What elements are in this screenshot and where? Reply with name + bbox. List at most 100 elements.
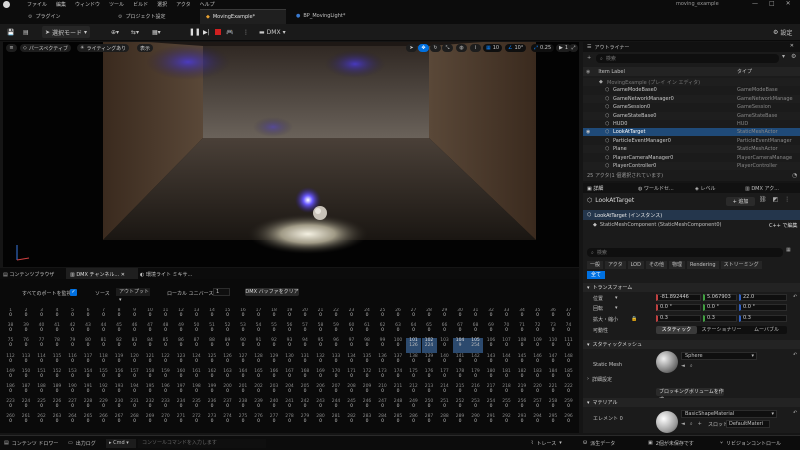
cinematics-button[interactable]: ▦▾ [149, 26, 164, 38]
filter-icon[interactable]: ▾ [782, 53, 785, 60]
outliner-row[interactable]: ⬡ GameStateBase0 GameStateBase [583, 111, 800, 120]
outliner-row[interactable]: ⬡ ParticleEventManager0 ParticleEventManag… [583, 136, 800, 145]
menu-help[interactable]: ヘルプ [200, 1, 215, 8]
scale-z-field[interactable]: 0.3 [739, 315, 787, 322]
mobility-static[interactable]: スタティック [656, 326, 697, 334]
filter-misc[interactable]: その他 [645, 261, 667, 269]
column-item-label[interactable]: Item Label [598, 69, 624, 75]
tab-details[interactable]: ▣ 詳細 [587, 185, 603, 192]
reset-icon[interactable]: ↶ [793, 294, 797, 300]
eye-icon[interactable]: ◉ [586, 129, 590, 135]
rotation-dropdown-icon[interactable]: ▾ [615, 305, 618, 311]
surface-snap-button[interactable]: ⌇ [470, 44, 481, 52]
transform-section-header[interactable]: ▾ トランスフォーム [583, 283, 800, 292]
outliner-row[interactable]: ⬡ HUD0 HUD [583, 120, 800, 128]
static-mesh-section-header[interactable]: ▾ スタティックメッシュ [583, 340, 800, 349]
filter-rendering[interactable]: Rendering [687, 261, 719, 269]
slot-value[interactable]: DefaultMateri [726, 420, 770, 428]
rotation-z-field[interactable]: 0.0 ° [739, 304, 787, 311]
world-local-button[interactable]: ◍ [456, 44, 467, 52]
scale-tool-button[interactable]: ⤡ [442, 44, 453, 52]
filter-streaming[interactable]: ストリーミング [720, 261, 762, 269]
menu-actor[interactable]: アクタ [176, 1, 191, 8]
translate-tool-button[interactable]: ✥ [418, 44, 429, 52]
filter-general[interactable]: 一般 [587, 261, 604, 269]
platforms-dropdown[interactable]: ▬ DMX ▾ [256, 26, 289, 38]
source-dropdown[interactable]: アウトプット ▾ [116, 288, 150, 303]
close-icon[interactable]: ✕ [790, 43, 794, 49]
tab-world-settings[interactable]: ◍ ワールドセ... [638, 185, 674, 192]
outliner-row[interactable]: ⬡ GameModeBase0 GameModeBase [583, 86, 800, 95]
outliner-row[interactable]: ⬡ Plane StaticMeshActor [583, 145, 800, 154]
menu-file[interactable]: ファイル [27, 1, 47, 8]
filter-actor[interactable]: アクタ [605, 261, 626, 269]
property-matrix-icon[interactable]: ▦ [786, 247, 791, 253]
component-instance-row[interactable]: ⬡ LookAtTarget (インスタンス) [583, 210, 800, 220]
tab-levels[interactable]: ◈ レベル [695, 185, 715, 192]
tab-dmx-channel-monitor[interactable]: ▥ DMX チャンネル... ✕ [66, 268, 138, 279]
outliner-row[interactable]: ◆ MovingExample (プレイ イン エディタ) [583, 78, 800, 86]
filter-physics[interactable]: 物理 [669, 261, 686, 269]
scale-snap-button[interactable]: ⤢ 0.25 [531, 44, 555, 52]
local-universe-input[interactable]: 1 [213, 288, 230, 296]
minimize-icon[interactable]: — [752, 0, 758, 7]
add-icon[interactable]: + [698, 421, 702, 427]
unsaved-button[interactable]: ▣ 2個が未保存です [648, 440, 694, 447]
save-button[interactable]: 💾 [4, 26, 17, 38]
location-y-field[interactable]: 5.067903 [703, 294, 737, 301]
outliner-row[interactable]: ◉ ⬡ LookAtTarget StaticMeshActor [583, 128, 800, 137]
column-type[interactable]: タイプ [737, 68, 752, 75]
menu-build[interactable]: ビルド [133, 1, 148, 8]
menu-window[interactable]: ウィンドウ [75, 1, 100, 8]
component-row[interactable]: ◆ StaticMeshComponent (StaticMeshComponen… [593, 222, 722, 228]
create-blocking-volume-dropdown[interactable]: ブロッキングボリュームを作成 ▾ [656, 388, 724, 403]
open-level-button[interactable]: ▤ [20, 26, 32, 38]
filter-lod[interactable]: LOD [627, 261, 644, 269]
console-command-input[interactable]: コンソールコマンドを入力します [138, 439, 266, 448]
outliner-search-input[interactable]: ⌕ 検索 [596, 54, 779, 63]
add-filter-button[interactable]: + [587, 55, 595, 63]
tab-moving-example[interactable]: ◆ MovingExample* [200, 9, 286, 24]
tab-plugins[interactable]: ⚙ プラグイン [28, 13, 61, 21]
location-x-field[interactable]: -81.892446 [656, 294, 701, 301]
scale-x-field[interactable]: 0.3 [656, 315, 701, 322]
reset-icon[interactable]: ↶ [793, 352, 797, 358]
select-tool-button[interactable]: ➤ [406, 44, 417, 52]
skip-frame-button[interactable]: ▶| [200, 26, 213, 38]
blueprint-icon[interactable]: ⛓ [759, 196, 767, 203]
mode-dropdown[interactable]: ➤ 選択モード ▾ [42, 26, 91, 38]
add-component-button[interactable]: + 追加 [726, 197, 755, 206]
cmd-dropdown[interactable]: ▸ Cmd ▾ [106, 439, 136, 448]
location-z-field[interactable]: 22.0 [739, 294, 787, 301]
location-dropdown-icon[interactable]: ▾ [615, 295, 618, 301]
play-options-button[interactable]: ⋮ [240, 26, 252, 38]
possess-button[interactable]: 🎮 [223, 26, 236, 38]
rotation-y-field[interactable]: 0.0 ° [703, 304, 737, 311]
tab-project-settings[interactable]: ⚙ プロジェクト設定 [118, 13, 166, 21]
level-viewport[interactable]: ≡ ◇ パースペクティブ ☀ ライティングあり 表示 ➤ ✥ ↻ ⤡ ◍ ⌇ ▦ 10… [3, 42, 579, 267]
browse-icon[interactable]: ⌕ [690, 421, 693, 427]
outliner-row[interactable]: ⬡ PlayerCameraManager0 PlayerCameraManage [583, 153, 800, 162]
grid-snap-button[interactable]: ▦ 10 [483, 44, 503, 52]
rotation-x-field[interactable]: 0.0 ° [656, 304, 701, 311]
rotate-tool-button[interactable]: ↻ [430, 44, 441, 52]
actor-name[interactable]: LookAtTarget [595, 197, 634, 204]
viewport-options-button[interactable]: ≡ [6, 44, 17, 52]
menu-edit[interactable]: 編集 [56, 1, 66, 8]
source-control-button[interactable]: ⑂ リビジョンコントロール [720, 440, 781, 447]
outliner-row[interactable]: ⬡ GameSession0 GameSession [583, 103, 800, 112]
close-icon[interactable]: ✕ [786, 0, 791, 7]
settings-button[interactable]: ⚙ 設定 [770, 26, 795, 38]
content-drawer-button[interactable]: ▤ コンテンツ ドロワー [4, 440, 58, 447]
tab-bp-moving-light[interactable]: ● BP_MovingLight* [296, 13, 345, 19]
static-mesh-picker[interactable]: Sphere ▾ [681, 352, 757, 360]
mobility-stationary[interactable]: ステーショナリー [697, 326, 746, 334]
tab-env-light-mixer[interactable]: ◐ 環境ライト ミキサ... [140, 271, 192, 278]
convert-icon[interactable]: ◩ [773, 196, 779, 203]
show-button[interactable]: 表示 [137, 44, 154, 52]
scale-y-field[interactable]: 0.3 [703, 315, 737, 322]
blueprint-button[interactable]: ⇆▾ [128, 26, 142, 38]
filter-all[interactable]: 全て [587, 271, 606, 279]
use-selected-icon[interactable]: ◄ [681, 421, 685, 427]
more-options-icon[interactable]: ⋮ [784, 196, 790, 203]
